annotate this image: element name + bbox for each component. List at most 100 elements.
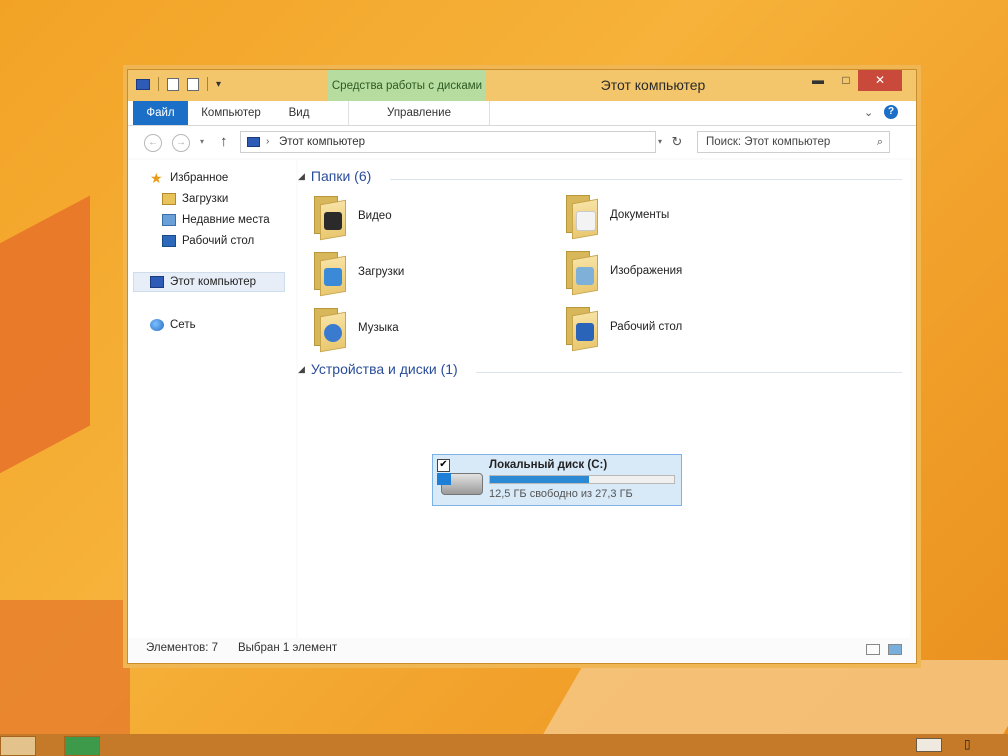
downloads-folder-icon <box>310 250 346 297</box>
taskbar: ▯ <box>0 734 1008 756</box>
folder-label: Видео <box>358 210 392 222</box>
star-icon: ★ <box>150 170 163 186</box>
folder-label: Рабочий стол <box>610 321 683 333</box>
sidebar-item-this-pc[interactable]: Этот компьютер <box>150 272 256 292</box>
search-icon[interactable]: ⌕ <box>877 132 883 152</box>
address-dropdown-icon[interactable]: ▾ <box>658 137 662 146</box>
context-tab-disk-tools[interactable]: Средства работы с дисками <box>328 70 486 101</box>
folders-group-header[interactable]: ◢ Папки (6) <box>298 168 371 184</box>
up-button[interactable]: ↑ <box>220 133 228 150</box>
computer-icon <box>247 137 260 147</box>
battery-icon[interactable]: ▯ <box>964 737 971 751</box>
customize-toolbar-icon[interactable]: ▾ <box>216 79 221 90</box>
selection-checkbox[interactable]: ✔ <box>437 459 450 472</box>
selection-count: Выбран 1 элемент <box>238 642 338 654</box>
navigation-bar: ← → ▾ ↑ › Этот компьютер ▾ ↻ Поиск: Этот… <box>128 126 916 158</box>
folder-label: Музыка <box>358 322 399 334</box>
breadcrumb-chevron-icon[interactable]: › <box>266 132 269 152</box>
search-input[interactable]: Поиск: Этот компьютер ⌕ <box>697 131 890 153</box>
help-icon[interactable]: ? <box>884 105 898 119</box>
collapse-caret-icon[interactable]: ◢ <box>298 171 305 182</box>
back-button[interactable]: ← <box>144 134 162 152</box>
ribbon-tabs: Файл Компьютер Вид Управление ⌄ ? <box>128 101 916 126</box>
collapse-caret-icon[interactable]: ◢ <box>298 364 305 375</box>
sidebar-item-network[interactable]: Сеть <box>150 315 196 335</box>
downloads-icon <box>162 193 176 205</box>
forward-button[interactable]: → <box>172 134 190 152</box>
pictures-folder-icon <box>562 249 598 296</box>
explorer-window: ▾ Средства работы с дисками Этот компьют… <box>127 69 917 664</box>
expand-ribbon-icon[interactable]: ⌄ <box>864 106 873 119</box>
details-view-icon[interactable] <box>866 644 880 655</box>
items-count: Элементов: 7 <box>146 642 219 654</box>
refresh-button[interactable]: ↻ <box>665 131 689 153</box>
recent-places-icon <box>162 214 176 226</box>
taskbar-explorer-icon[interactable] <box>0 736 36 756</box>
drive-free-space: 12,5 ГБ свободно из 27,3 ГБ <box>489 488 633 500</box>
quick-access-toolbar: ▾ <box>136 77 221 91</box>
close-button[interactable]: ✕ <box>858 70 902 91</box>
toolbar-divider <box>207 77 208 91</box>
background-shape <box>0 195 90 495</box>
folder-music[interactable]: Музыка <box>310 303 550 353</box>
tab-file[interactable]: Файл <box>133 101 188 125</box>
sidebar-item-label: Загрузки <box>182 193 229 205</box>
navigation-pane: ★ Избранное Загрузки Недавние места Рабо… <box>128 160 296 638</box>
group-title: Устройства и диски (1) <box>310 361 458 377</box>
breadcrumb[interactable]: Этот компьютер <box>279 132 365 152</box>
folder-documents[interactable]: Документы <box>562 190 802 240</box>
group-divider <box>476 372 902 373</box>
drive-usage-fill <box>490 476 590 483</box>
title-bar: ▾ Средства работы с дисками Этот компьют… <box>128 70 916 101</box>
drive-usage-bar <box>489 475 675 484</box>
devices-group-header[interactable]: ◢ Устройства и диски (1) <box>298 361 458 377</box>
folder-video[interactable]: Видео <box>310 191 550 241</box>
toolbar-divider <box>158 77 159 91</box>
windows-logo-icon <box>437 473 451 485</box>
taskbar-store-icon[interactable] <box>64 736 100 756</box>
folder-pictures[interactable]: Изображения <box>562 246 802 296</box>
window-title: Этот компьютер <box>600 77 706 93</box>
maximize-button[interactable]: □ <box>832 70 860 91</box>
network-icon <box>150 319 164 331</box>
recent-locations-icon[interactable]: ▾ <box>200 137 204 146</box>
sidebar-item-label: Недавние места <box>182 214 270 226</box>
tab-view[interactable]: Вид <box>284 101 314 125</box>
tab-manage[interactable]: Управление <box>348 101 490 125</box>
music-folder-icon <box>310 306 346 353</box>
search-placeholder: Поиск: Этот компьютер <box>706 136 831 148</box>
drive-name: Локальный диск (C:) <box>489 459 608 471</box>
large-icons-view-icon[interactable] <box>888 644 902 655</box>
desktop-icon <box>162 235 176 247</box>
sidebar-item-downloads[interactable]: Загрузки <box>162 189 228 209</box>
minimize-button[interactable]: ▬ <box>804 70 832 91</box>
folder-downloads[interactable]: Загрузки <box>310 247 550 297</box>
group-divider <box>390 179 902 180</box>
computer-icon <box>150 276 164 288</box>
properties-icon[interactable] <box>167 77 179 91</box>
documents-folder-icon <box>562 193 598 240</box>
folder-label: Изображения <box>610 265 683 277</box>
sidebar-item-label: Этот компьютер <box>170 276 256 288</box>
status-bar: Элементов: 7 Выбран 1 элемент <box>128 638 916 662</box>
sidebar-item-desktop[interactable]: Рабочий стол <box>162 231 254 251</box>
desktop-folder-icon <box>562 305 598 352</box>
tab-computer[interactable]: Компьютер <box>196 101 266 125</box>
sidebar-item-label: Избранное <box>170 172 229 184</box>
folder-label: Загрузки <box>358 266 405 278</box>
group-title: Папки (6) <box>310 168 372 184</box>
sidebar-item-recent-places[interactable]: Недавние места <box>162 210 270 230</box>
video-folder-icon <box>310 194 346 241</box>
folder-desktop[interactable]: Рабочий стол <box>562 302 802 352</box>
background-shape <box>0 600 130 740</box>
drive-tile-c[interactable]: ✔ Локальный диск (C:) 12,5 ГБ свободно и… <box>432 454 682 506</box>
sidebar-item-favorites[interactable]: ★ Избранное <box>150 168 228 188</box>
file-view: ◢ Папки (6) Видео Документы Загрузки Изо… <box>298 160 910 638</box>
touch-keyboard-icon[interactable] <box>916 738 942 752</box>
sidebar-item-label: Сеть <box>170 319 196 331</box>
new-folder-icon[interactable] <box>187 77 199 91</box>
folder-label: Документы <box>610 209 670 221</box>
sidebar-item-label: Рабочий стол <box>182 235 255 247</box>
address-bar[interactable]: › Этот компьютер <box>240 131 656 153</box>
computer-icon[interactable] <box>136 78 150 90</box>
